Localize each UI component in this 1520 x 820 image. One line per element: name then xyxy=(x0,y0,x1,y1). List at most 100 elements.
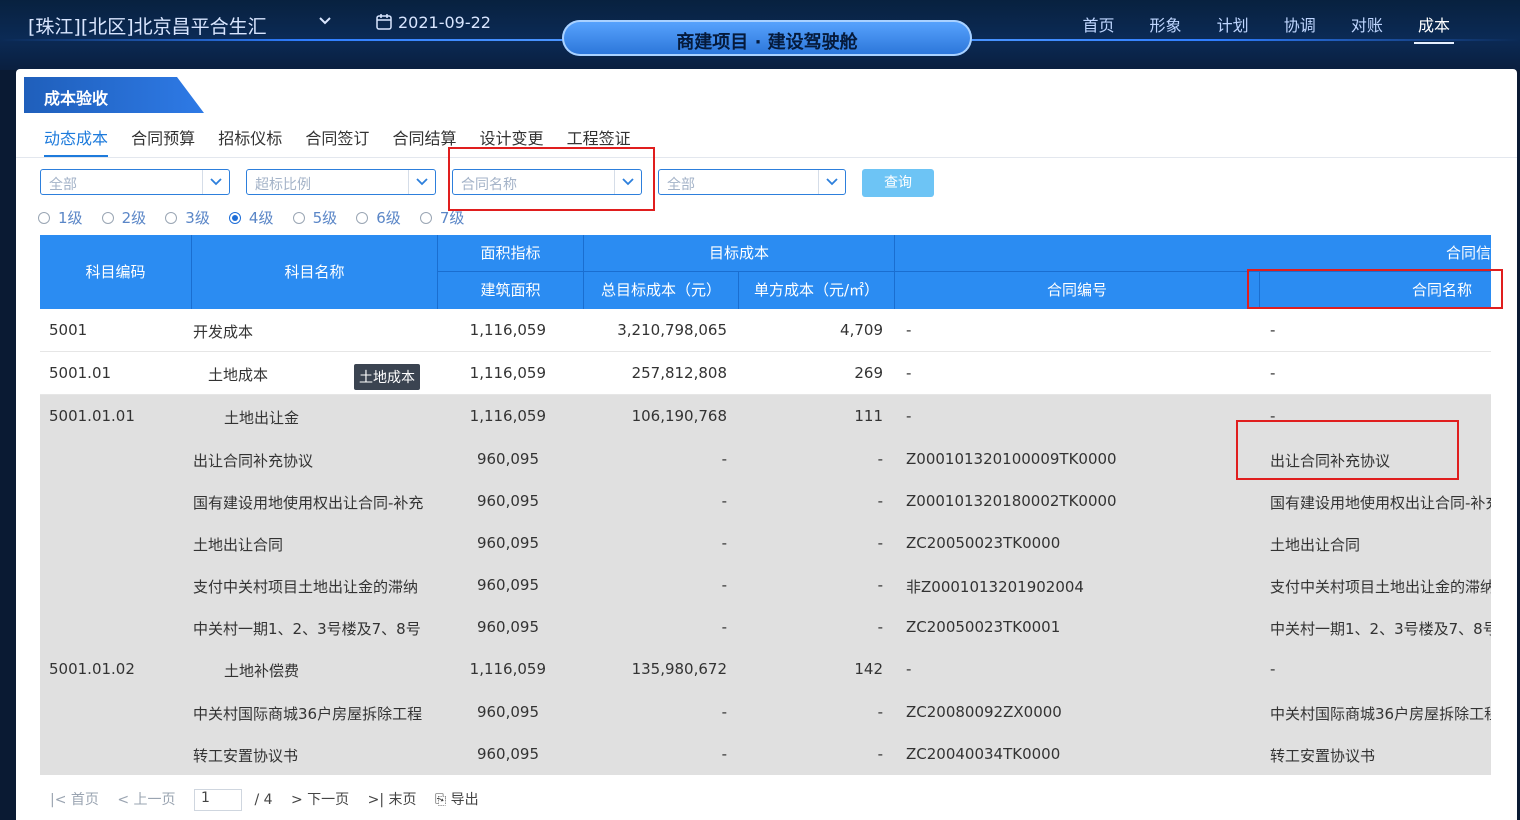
level-radio-2[interactable]: 2级 xyxy=(101,207,146,228)
nav-cost[interactable]: 成本 xyxy=(1413,12,1455,44)
cost-table: 科目编码 科目名称 面积指标 建筑面积 目标成本 总目标成本（元） 单方成本（元… xyxy=(40,235,1491,783)
exceed-ratio-select[interactable]: 超标比例 xyxy=(246,169,436,195)
cell-area: 1,116,059 xyxy=(469,364,546,382)
project-selector-label[interactable]: [珠江][北区]北京昌平合生汇 xyxy=(28,12,267,39)
cell-total: - xyxy=(721,534,727,552)
nav-reconcile[interactable]: 对账 xyxy=(1351,12,1383,36)
chevron-down-icon xyxy=(202,170,229,194)
prev-page-label: 上一页 xyxy=(133,792,176,808)
level-radio-3[interactable]: 3级 xyxy=(165,207,210,228)
nav-home[interactable]: 首页 xyxy=(1082,12,1114,36)
table-row[interactable]: 5001 开发成本 1,116,059 3,210,798,065 4,709 … xyxy=(40,309,1491,352)
header-code: 科目编码 xyxy=(40,235,192,309)
highlight-box-filter xyxy=(448,147,655,211)
cell-contract-name: 中关村国际商城36户房屋拆除工程 xyxy=(1270,705,1491,723)
level-radio-1[interactable]: 1级 xyxy=(38,207,83,228)
level-label: 3级 xyxy=(185,209,210,227)
last-page-button[interactable]: >| 末页 xyxy=(368,789,417,809)
cell-contract-no: ZC20050023TK0001 xyxy=(906,618,1061,636)
section-title: 成本验收 xyxy=(44,89,109,108)
app-title: 商建项目 · 建设驾驶舱 xyxy=(676,32,858,53)
tab-bidding[interactable]: 招标仪标 xyxy=(218,125,282,155)
page-input[interactable]: 1 xyxy=(194,789,242,811)
cell-area: 960,095 xyxy=(476,745,539,763)
cell-contract-name: - xyxy=(1270,660,1276,678)
level-radio-6[interactable]: 6级 xyxy=(356,207,401,228)
table-row[interactable]: 中关村国际商城36户房屋拆除工程 960,095 - - ZC20080092Z… xyxy=(40,691,1491,733)
last-page-icon: >| xyxy=(367,792,385,808)
cell-contract-name: 中关村一期1、2、3号楼及7、8号 xyxy=(1270,620,1491,638)
top-bar: [珠江][北区]北京昌平合生汇 2021-09-22 商建项目 · 建设驾驶舱 … xyxy=(0,0,1520,70)
table-row[interactable]: 国有建设用地使用权出让合同-补充 960,095 - - Z0001013201… xyxy=(40,480,1491,522)
cell-code: 5001 xyxy=(49,321,88,339)
cell-area: 1,116,059 xyxy=(469,660,546,678)
chevron-down-icon xyxy=(408,170,435,194)
highlight-box-cell xyxy=(1236,420,1459,480)
radio-circle-selected xyxy=(228,212,241,224)
cell-total: - xyxy=(721,576,727,594)
date-label[interactable]: 2021-09-22 xyxy=(398,13,491,32)
cell-contract-no: - xyxy=(906,660,912,678)
tab-dynamic-cost[interactable]: 动态成本 xyxy=(44,125,109,157)
tab-contract-settlement[interactable]: 合同结算 xyxy=(392,125,456,155)
cell-total: - xyxy=(721,618,727,636)
next-page-button[interactable]: > 下一页 xyxy=(291,789,349,809)
cell-total: 3,210,798,065 xyxy=(617,321,727,339)
cell-name: 出让合同补充协议 xyxy=(193,452,314,470)
radio-circle xyxy=(356,212,369,224)
level-label: 5级 xyxy=(312,209,338,227)
tabs-divider xyxy=(16,157,1517,158)
table-row[interactable]: 5001.01 土地成本 1,116,059 257,812,808 269 -… xyxy=(40,352,1491,395)
cell-contract-no: ZC20050023TK0000 xyxy=(906,534,1061,552)
section-title-tab: 成本验收 xyxy=(24,77,204,113)
tooltip: 土地成本 xyxy=(354,364,420,390)
nav-plan[interactable]: 计划 xyxy=(1217,12,1249,36)
level-label: 7级 xyxy=(439,209,465,227)
cell-area: 960,095 xyxy=(476,703,539,721)
cell-code: 5001.01 xyxy=(49,364,112,382)
cell-name: 中关村国际商城36户房屋拆除工程 xyxy=(193,705,423,723)
header-target-group: 目标成本 xyxy=(584,235,895,272)
cell-unit: 111 xyxy=(854,407,883,425)
cell-area: 960,095 xyxy=(476,618,539,636)
cell-name: 中关村一期1、2、3号楼及7、8号 xyxy=(193,620,421,638)
pagination: |< 首页 < 上一页 1 / 4 > 下一页 >| 末页 ⎘ 导出 xyxy=(50,789,493,811)
tab-contract-budget[interactable]: 合同预算 xyxy=(131,125,195,155)
cell-area: 1,116,059 xyxy=(469,407,546,425)
level-label: 4级 xyxy=(248,209,274,227)
cell-name: 支付中关村项目土地出让金的滞纳 xyxy=(193,578,419,596)
cell-unit: - xyxy=(877,618,883,636)
cell-contract-no: 非Z0001013201902004 xyxy=(906,578,1084,596)
calendar-icon[interactable] xyxy=(375,13,393,31)
filter-select-4[interactable]: 全部 xyxy=(658,169,846,195)
level-radio-group: 1级 2级 3级 4级 5级 6级 7级 xyxy=(38,207,478,228)
nav-coordinate[interactable]: 协调 xyxy=(1284,12,1316,36)
tab-contract-signing[interactable]: 合同签订 xyxy=(305,125,369,155)
table-row[interactable]: 转工安置协议书 960,095 - - ZC20040034TK0000 转工安… xyxy=(40,733,1491,775)
query-button[interactable]: 查询 xyxy=(862,169,934,197)
prev-page-button[interactable]: < 上一页 xyxy=(117,789,175,809)
table-row[interactable]: 中关村一期1、2、3号楼及7、8号 960,095 - - ZC20050023… xyxy=(40,606,1491,648)
page-total: / 4 xyxy=(254,792,273,808)
cell-code: 5001.01.02 xyxy=(49,660,135,678)
level-radio-4[interactable]: 4级 xyxy=(228,207,274,228)
cell-contract-no: - xyxy=(906,407,912,425)
export-button[interactable]: ⎘ 导出 xyxy=(435,789,479,809)
table-row[interactable]: 支付中关村项目土地出让金的滞纳 960,095 - - 非Z0001013201… xyxy=(40,564,1491,606)
cell-unit: - xyxy=(877,492,883,510)
cell-contract-no: ZC20080092ZX0000 xyxy=(906,703,1062,721)
table-row[interactable]: 土地出让合同 960,095 - - ZC20050023TK0000 土地出让… xyxy=(40,522,1491,564)
level-radio-5[interactable]: 5级 xyxy=(292,207,338,228)
filter-select-4-value: 全部 xyxy=(667,177,695,193)
cell-name: 转工安置协议书 xyxy=(193,747,299,765)
chevron-down-icon[interactable] xyxy=(318,14,332,30)
cell-unit: 269 xyxy=(854,364,883,382)
filter-select-1[interactable]: 全部 xyxy=(40,169,230,195)
table-row[interactable]: 5001.01.02 土地补偿费 1,116,059 135,980,672 1… xyxy=(40,648,1491,691)
export-icon: ⎘ xyxy=(434,792,447,808)
first-page-button[interactable]: |< 首页 xyxy=(50,789,99,809)
cell-unit: - xyxy=(877,745,883,763)
cell-contract-no: ZC20040034TK0000 xyxy=(906,745,1061,763)
cell-total: - xyxy=(721,492,727,510)
nav-image[interactable]: 形象 xyxy=(1150,12,1182,36)
